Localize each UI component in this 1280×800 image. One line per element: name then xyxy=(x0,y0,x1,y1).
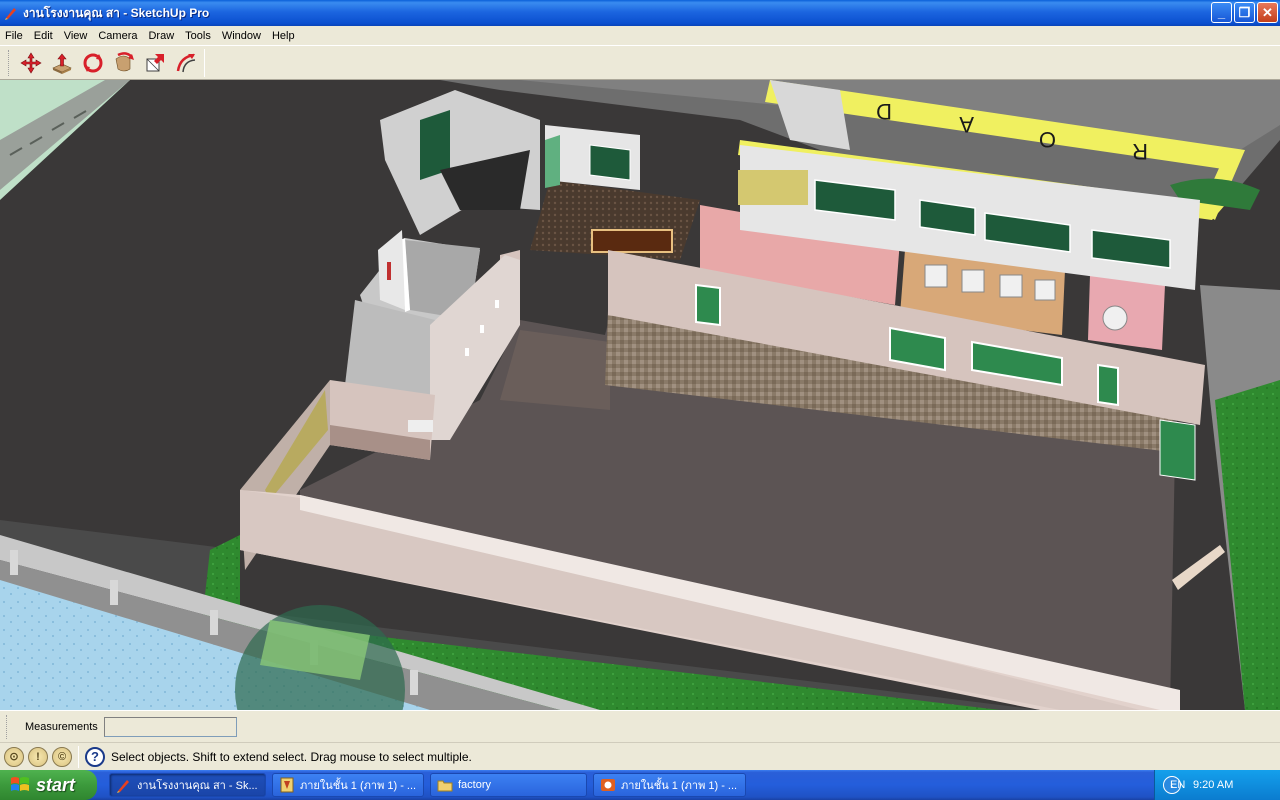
right-end-window xyxy=(1159,419,1196,481)
measurements-input[interactable] xyxy=(103,716,237,737)
credits-icon[interactable]: ! xyxy=(28,746,48,767)
room-meeting xyxy=(1088,275,1165,350)
sketchup-icon xyxy=(117,780,129,793)
road-letter-r: R xyxy=(1132,139,1148,164)
title-bar[interactable]: งานโรงงานคุณ สา - SketchUp Pro _ ❐ ✕ xyxy=(0,0,1280,26)
rotate-icon xyxy=(83,53,102,72)
taskbar-item-factory-folder[interactable]: factory xyxy=(430,773,587,797)
offset-tool-button[interactable] xyxy=(170,48,201,78)
model-viewport[interactable]: R O A D xyxy=(0,80,1280,710)
powerpoint-icon xyxy=(601,779,615,791)
window-title: งานโรงงานคุณ สา - SketchUp Pro xyxy=(23,5,210,20)
move-icon xyxy=(19,51,42,74)
move-tool-button[interactable] xyxy=(15,48,46,78)
offset-icon xyxy=(176,53,195,72)
toolbar-grip[interactable] xyxy=(8,49,11,76)
clock[interactable]: 9:20 AM xyxy=(1193,779,1233,791)
status-separator xyxy=(78,745,79,768)
menu-view[interactable]: View xyxy=(59,30,94,42)
minimize-button[interactable]: _ xyxy=(1211,2,1232,23)
carpet-sofa xyxy=(591,229,673,253)
minimize-icon: _ xyxy=(1217,5,1226,20)
menu-window[interactable]: Window xyxy=(217,30,267,42)
user-icon[interactable]: © xyxy=(52,746,72,767)
small-room-door-accent xyxy=(387,262,391,280)
taskbar-item-image-editor[interactable]: ภายในชั้น 1 (ภาพ 1) - ... xyxy=(272,773,424,797)
windows-flag-icon xyxy=(11,777,29,791)
taskbar-item-label: factory xyxy=(458,779,492,791)
sketchup-app-icon[interactable] xyxy=(4,6,18,20)
rotate-tool-button[interactable] xyxy=(77,48,108,78)
road-letter-a: A xyxy=(959,112,974,137)
close-icon: ✕ xyxy=(1262,4,1273,20)
geo-location-icon[interactable]: ⊙ xyxy=(4,746,24,767)
taskbar-item-label: ภายในชั้น 1 (ภาพ 1) - ... xyxy=(621,780,738,792)
back-wall-panel xyxy=(738,170,808,205)
follow-me-icon xyxy=(115,51,134,71)
scale-tool-button[interactable] xyxy=(139,48,170,78)
menu-bar: File Edit View Camera Draw Tools Window … xyxy=(0,26,1280,45)
menu-help[interactable]: Help xyxy=(267,30,301,42)
follow-me-tool-button[interactable] xyxy=(108,48,139,78)
measurements-grip[interactable] xyxy=(6,714,9,739)
meeting-table xyxy=(1102,305,1128,331)
measurements-label: Measurements xyxy=(25,720,98,733)
carpet-room-side-window xyxy=(545,135,560,188)
help-icon[interactable]: ? xyxy=(85,746,105,767)
status-bar: ⊙ ! © ? Select objects. Shift to extend … xyxy=(0,742,1280,770)
folder-icon xyxy=(437,780,453,792)
start-button[interactable]: start xyxy=(0,770,97,800)
taskbar-item-powerpoint[interactable]: ภายในชั้น 1 (ภาพ 1) - ... xyxy=(593,773,746,797)
push-pull-tool-button[interactable] xyxy=(46,48,77,78)
scale-icon xyxy=(146,53,164,71)
close-button[interactable]: ✕ xyxy=(1257,2,1278,23)
taskbar-item-sketchup[interactable]: งานโรงงานคุณ สา - Sk... xyxy=(109,773,266,797)
menu-edit[interactable]: Edit xyxy=(29,30,59,42)
start-label: start xyxy=(36,774,76,795)
image-editor-icon xyxy=(280,777,294,793)
taskbar-item-label: งานโรงงานคุณ สา - Sk... xyxy=(137,780,258,792)
road-letter-d: D xyxy=(876,99,892,124)
taskbar-item-label: ภายในชั้น 1 (ภาพ 1) - ... xyxy=(300,780,417,792)
push-pull-icon xyxy=(51,53,72,74)
model-scene: R O A D xyxy=(0,80,1280,710)
toolbar-separator xyxy=(204,48,205,77)
menu-camera[interactable]: Camera xyxy=(93,30,143,42)
road-letter-o: O xyxy=(1039,127,1056,152)
restore-button[interactable]: ❐ xyxy=(1234,2,1255,23)
left-room-vent xyxy=(408,420,433,432)
carpet-room-window xyxy=(589,144,631,181)
status-message: Select objects. Shift to extend select. … xyxy=(111,749,472,764)
menu-tools[interactable]: Tools xyxy=(180,30,217,42)
language-indicator[interactable]: EN xyxy=(1170,779,1185,791)
menu-file[interactable]: File xyxy=(0,30,29,42)
edit-toolbar xyxy=(0,45,1280,80)
restore-icon: ❐ xyxy=(1238,4,1251,20)
measurements-bar: Measurements xyxy=(0,710,1280,742)
menu-draw[interactable]: Draw xyxy=(143,30,180,42)
taskbar: start งานโรงงานคุณ สา - Sk... ภายในชั้น … xyxy=(0,770,1280,800)
